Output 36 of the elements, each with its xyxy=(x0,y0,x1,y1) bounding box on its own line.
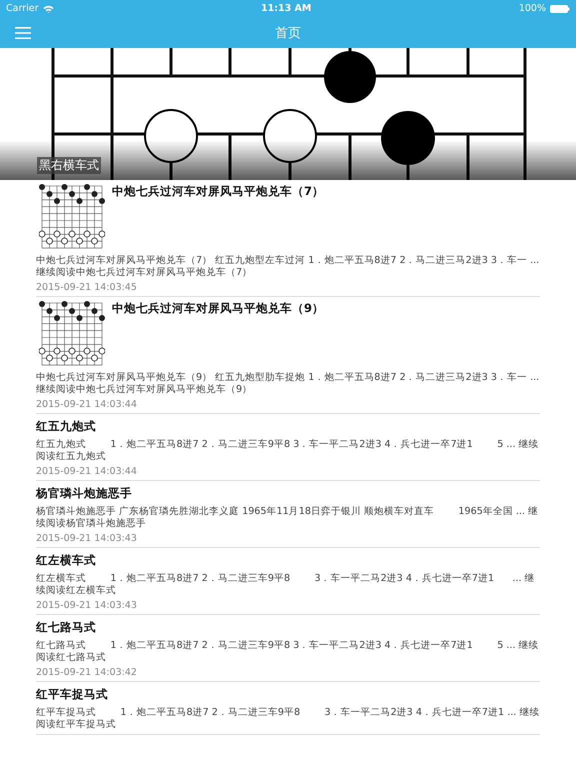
article-title: 红七路马式 xyxy=(36,620,97,635)
article-date: 2015-09-21 14:03:44 xyxy=(36,399,138,410)
article-title: 红左横车式 xyxy=(36,553,97,568)
article-excerpt: 红七路马式 1．炮二平五马8进7 2．马二进三车9平8 3．车一平二马2进3 4．兵七进一卒7进1 5 ... 继续阅读红七路马式 xyxy=(36,640,540,664)
article-excerpt: 红左横车式 1．炮二平五马8进7 2．马二进三车9平8 3．车一平二马2进3 4．兵七进一卒7进1 ... 继续阅读红左横车式 xyxy=(36,573,536,597)
battery-icon xyxy=(550,4,570,12)
article-date: 2015-09-21 14:03:43 xyxy=(36,533,138,544)
article-title: 红平车捉马式 xyxy=(36,687,109,702)
wifi-icon xyxy=(42,4,54,12)
article-item[interactable]: 红五九炮式 红五九炮式 1．炮二平五马8进7 2．马二进三车9平8 3．车一平二马2进3 4．兵七进一卒7进1 5 ... 继续阅读红五九炮式 2015-09-21 14:03:44 xyxy=(36,414,540,481)
article-date: 2015-09-21 14:03:42 xyxy=(36,667,138,678)
featured-banner[interactable]: 黑右横车式 xyxy=(0,48,576,180)
page-title: 首页 xyxy=(275,24,301,42)
article-date: 2015-09-21 14:03:45 xyxy=(36,282,138,293)
carrier-label: Carrier xyxy=(6,3,38,14)
article-date: 2015-09-21 14:03:43 xyxy=(36,600,138,611)
article-excerpt: 杨官璘斗炮施恶手 广东杨官璘先胜湖北李义庭 1965年11月18日弈于银川 顺炮横车对直车 1965年全国 ... 继续阅读杨官璘斗炮施恶手 xyxy=(36,506,540,530)
banner-caption: 黑右横车式 xyxy=(37,157,101,174)
article-item[interactable]: 中炮七兵过河车对屏风马平炮兑车（7） 中炮七兵过河车对屏风马平炮兑车（7） 红五九炮型左车过河 1．炮二平五马8进7 2．马二进三马2进3 3．车一 ... 继续阅读中炮七兵过河车对屏风马平炮兑车（7） 2015-09-21 14:03:45 xyxy=(36,180,540,297)
article-title: 红五九炮式 xyxy=(36,419,97,434)
article-title: 中炮七兵过河车对屏风马平炮兑车（9） xyxy=(112,301,324,316)
battery-percent: 100% xyxy=(518,3,546,14)
article-item[interactable]: 中炮七兵过河车对屏风马平炮兑车（9） 中炮七兵过河车对屏风马平炮兑车（9） 红五九炮型肋车捉炮 1．炮二平五马8进7 2．马二进三马2进3 3．车一 ... 继续阅读中炮七兵过河车对屏风马平炮兑车（9） 2015-09-21 14:03:44 xyxy=(36,297,540,414)
menu-icon[interactable] xyxy=(15,26,31,38)
article-title: 中炮七兵过河车对屏风马平炮兑车（7） xyxy=(112,184,324,199)
article-title: 杨官璘斗炮施恶手 xyxy=(36,486,133,501)
article-excerpt: 红平车捉马式 1．炮二平五马8进7 2．马二进三车9平8 3．车一平二马2进3 4．兵七进一卒7进1 ... 继续阅读红平车捉马式 xyxy=(36,707,540,731)
article-date: 2015-09-21 14:03:44 xyxy=(36,466,138,477)
article-item[interactable]: 红七路马式 红七路马式 1．炮二平五马8进7 2．马二进三车9平8 3．车一平二马2进3 4．兵七进一卒7进1 5 ... 继续阅读红七路马式 2015-09-21 14:03:42 xyxy=(36,615,540,682)
article-excerpt: 中炮七兵过河车对屏风马平炮兑车（7） 红五九炮型左车过河 1．炮二平五马8进7 2．马二进三马2进3 3．车一 ... 继续阅读中炮七兵过河车对屏风马平炮兑车（7） xyxy=(36,255,540,279)
article-item[interactable]: 杨官璘斗炮施恶手 杨官璘斗炮施恶手 广东杨官璘先胜湖北李义庭 1965年11月18日弈于银川 顺炮横车对直车 1965年全国 ... 继续阅读杨官璘斗炮施恶手 2015-09-21 14:03:43 xyxy=(36,481,540,548)
clock-time: 11:13 AM xyxy=(260,3,312,14)
article-excerpt: 中炮七兵过河车对屏风马平炮兑车（9） 红五九炮型肋车捉炮 1．炮二平五马8进7 2．马二进三马2进3 3．车一 ... 继续阅读中炮七兵过河车对屏风马平炮兑车（9） xyxy=(36,372,540,396)
article-excerpt: 红五九炮式 1．炮二平五马8进7 2．马二进三车9平8 3．车一平二马2进3 4．兵七进一卒7进1 5 ... 继续阅读红五九炮式 xyxy=(36,439,540,463)
article-item[interactable]: 红平车捉马式 红平车捉马式 1．炮二平五马8进7 2．马二进三车9平8 3．车一平二马2进3 4．兵七进一卒7进1 ... 继续阅读红平车捉马式 xyxy=(36,682,540,735)
article-item[interactable]: 红左横车式 红左横车式 1．炮二平五马8进7 2．马二进三车9平8 3．车一平二马2进3 4．兵七进一卒7进1 ... 继续阅读红左横车式 2015-09-21 14:03:43 xyxy=(36,548,540,615)
